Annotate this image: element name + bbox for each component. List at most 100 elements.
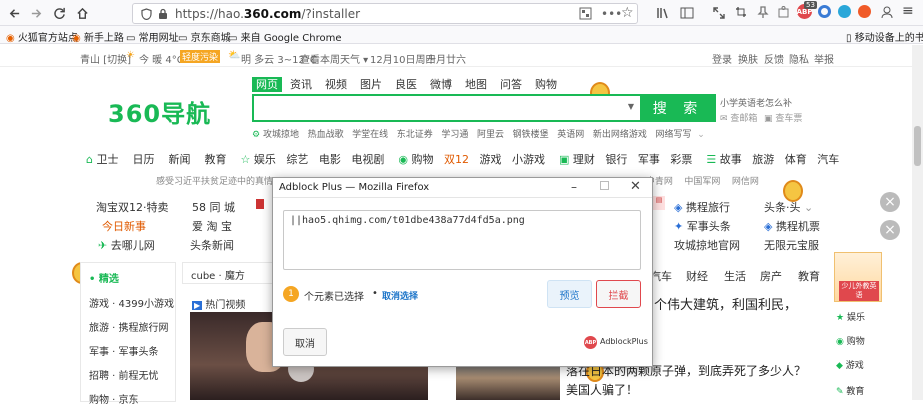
- news-tab[interactable]: 汽车: [650, 268, 672, 284]
- notice-link[interactable]: 感受习近平扶贫足迹中的真情: [156, 177, 273, 187]
- shield-icon[interactable]: [141, 8, 152, 23]
- bookmark-item[interactable]: ◉ 火狐官方站点: [6, 29, 78, 44]
- cancel-button[interactable]: 取消: [283, 328, 327, 356]
- qr-code-icon[interactable]: [579, 7, 592, 23]
- side-link[interactable]: ◉ 购物: [836, 334, 865, 347]
- side-link[interactable]: ✎ 教育: [836, 384, 864, 397]
- dialog-titlebar[interactable]: Adblock Plus — Mozilla Firefox – ✕: [273, 178, 652, 198]
- close-icon[interactable]: ✕: [630, 179, 641, 194]
- hot-link[interactable]: 网络写写: [655, 130, 691, 140]
- search-tab[interactable]: 微博: [430, 78, 452, 91]
- preview-button[interactable]: 预览: [547, 280, 592, 308]
- login-link[interactable]: 登录: [712, 51, 732, 66]
- category-link[interactable]: 新闻: [168, 153, 190, 166]
- report-link[interactable]: 举报: [814, 51, 834, 66]
- mailbox-link[interactable]: ✉ 查邮箱: [720, 111, 757, 124]
- extension-globe-icon[interactable]: [838, 5, 851, 18]
- fullscreen-icon[interactable]: [712, 6, 726, 23]
- minimize-icon[interactable]: –: [571, 180, 577, 194]
- search-suggestion[interactable]: 小学英语老怎么补: [720, 96, 792, 109]
- search-tab[interactable]: 购物: [535, 78, 557, 91]
- search-tab[interactable]: 视频: [325, 78, 347, 91]
- hot-link[interactable]: 学堂在线: [352, 130, 388, 140]
- category-link[interactable]: 彩票: [670, 153, 692, 166]
- video-section-label[interactable]: ▶ 热门视频: [192, 296, 245, 311]
- search-dropdown-icon[interactable]: ▼: [628, 102, 634, 111]
- category-link[interactable]: 体育: [785, 153, 807, 166]
- hot-link[interactable]: 学习通: [441, 130, 468, 140]
- screenshot-icon[interactable]: [734, 5, 748, 22]
- search-tab[interactable]: 良医: [395, 78, 417, 91]
- search-tab[interactable]: 地图: [465, 78, 487, 91]
- news-headline[interactable]: 美国人骗了！: [566, 381, 638, 398]
- category-link[interactable]: 教育: [204, 153, 226, 166]
- privacy-link[interactable]: 隐私: [789, 51, 809, 66]
- notice-link[interactable]: 中国军网: [684, 177, 720, 187]
- maximize-icon[interactable]: [600, 181, 609, 190]
- news-tab[interactable]: 财经: [686, 268, 708, 284]
- hot-link[interactable]: 新出网络游戏: [593, 130, 647, 140]
- category-link[interactable]: 军事: [638, 153, 660, 166]
- category-link[interactable]: 卫士: [96, 153, 118, 166]
- category-link[interactable]: 双12: [444, 153, 469, 166]
- site-link[interactable]: ✈ 去哪儿网: [98, 237, 155, 253]
- search-tab[interactable]: 资讯: [290, 78, 312, 91]
- library-icon[interactable]: [656, 6, 670, 23]
- bookmark-star-icon[interactable]: ☆: [621, 5, 634, 21]
- pin-icon[interactable]: [756, 5, 770, 22]
- site-link[interactable]: 爱 淘 宝: [192, 218, 232, 234]
- site-link[interactable]: 头条新闻: [190, 237, 234, 253]
- search-tab-web[interactable]: 网页: [252, 77, 282, 92]
- hot-link[interactable]: 热血战歌: [308, 130, 344, 140]
- category-link[interactable]: 日历: [132, 153, 154, 166]
- left-panel-item[interactable]: 旅游 · 携程旅行网: [89, 319, 169, 334]
- lock-icon[interactable]: [158, 8, 168, 23]
- left-panel-item[interactable]: 游戏 · 4399小游戏: [89, 295, 174, 310]
- category-link[interactable]: 电视剧: [351, 153, 384, 166]
- news-tab[interactable]: 教育: [798, 268, 820, 284]
- site-link[interactable]: 58 同 城: [192, 199, 235, 215]
- sidebar-icon[interactable]: [680, 6, 694, 23]
- news-tab[interactable]: 房产: [760, 268, 782, 284]
- news-tab[interactable]: 生活: [724, 268, 746, 284]
- chevron-down-icon[interactable]: ⌄: [697, 130, 705, 140]
- close-ad-icon[interactable]: ×: [880, 192, 900, 212]
- bookmark-item[interactable]: ▭ 京东商城: [178, 29, 231, 44]
- left-panel-item[interactable]: 招聘 · 前程无忧: [89, 367, 159, 382]
- url-text[interactable]: https://hao.360.com/?installer: [175, 7, 360, 21]
- location-switch[interactable]: 青山 [切换]: [80, 51, 131, 66]
- air-quality-badge[interactable]: 轻度污染: [180, 50, 221, 63]
- filter-textarea[interactable]: ||hao5.qhimg.com/t01dbe438a77d4fd5a.png: [283, 210, 641, 270]
- ticket-link[interactable]: ▣ 查车票: [764, 111, 802, 124]
- notice-link[interactable]: 网信网: [732, 177, 759, 187]
- home-icon[interactable]: [72, 3, 92, 23]
- scrollbar-track[interactable]: [912, 45, 923, 400]
- search-input[interactable]: ▼: [252, 94, 642, 122]
- site-link[interactable]: 淘宝双12·特卖: [96, 199, 169, 215]
- skin-link[interactable]: 换肤: [738, 51, 758, 66]
- hot-link[interactable]: 东北证券: [397, 130, 433, 140]
- search-tab[interactable]: 图片: [360, 78, 382, 91]
- bookmark-item[interactable]: ◉ 新手上路: [72, 29, 124, 44]
- category-link[interactable]: 故事: [720, 153, 742, 166]
- site-link[interactable]: 今日新事: [102, 218, 146, 234]
- forward-icon[interactable]: [26, 3, 46, 23]
- url-bar[interactable]: https://hao.360.com/?installer ••• ☆: [132, 3, 638, 24]
- feedback-link[interactable]: 反馈: [764, 51, 784, 66]
- user-icon[interactable]: [880, 5, 894, 22]
- block-button[interactable]: 拦截: [596, 280, 641, 308]
- lunar-date[interactable]: 十月廿六: [426, 51, 466, 66]
- page-actions-icon[interactable]: •••: [601, 7, 622, 21]
- category-link[interactable]: 电影: [319, 153, 341, 166]
- extension-orange-icon[interactable]: [858, 5, 871, 18]
- category-link[interactable]: 小游戏: [512, 153, 545, 166]
- category-link[interactable]: 旅游: [752, 153, 774, 166]
- extension-puzzle-icon[interactable]: [777, 5, 791, 22]
- bookmark-item[interactable]: ▯ 移动设备上的书签: [846, 29, 923, 44]
- ad-banner[interactable]: 少儿外教英语: [834, 252, 882, 302]
- forecast-link[interactable]: 查看本周天气 ▾: [300, 51, 368, 66]
- news-headline[interactable]: 个伟大建筑，利国利民，: [654, 294, 797, 313]
- left-panel-item[interactable]: 军事 · 军事头条: [89, 343, 159, 358]
- category-link[interactable]: 娱乐: [254, 153, 276, 166]
- category-link[interactable]: 购物: [411, 153, 433, 166]
